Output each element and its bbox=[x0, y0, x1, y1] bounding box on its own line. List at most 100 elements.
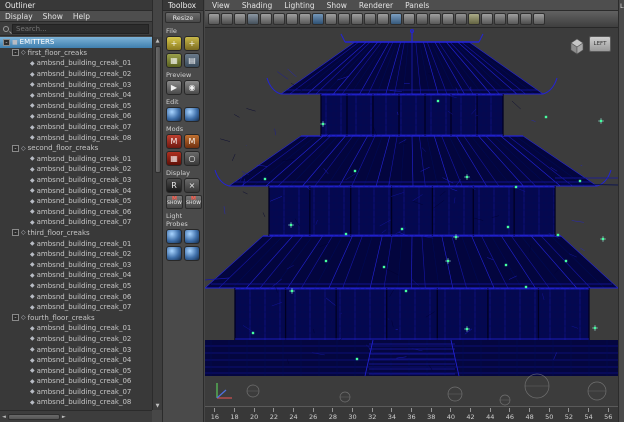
preview-play-icon[interactable]: ▶ bbox=[166, 80, 182, 95]
outliner-node[interactable]: ◆ambsnd_building_creak_04 bbox=[0, 90, 152, 101]
time-slider[interactable]: 1618202224262830323436384042444648505254… bbox=[205, 406, 618, 422]
outliner-node[interactable]: ◆ambsnd_building_creak_01 bbox=[0, 58, 152, 69]
display-toggle-icon[interactable]: × bbox=[184, 178, 200, 193]
new-scene-icon[interactable]: + bbox=[166, 36, 182, 51]
expander-icon[interactable]: - bbox=[12, 229, 19, 236]
outliner-node[interactable]: ◆ambsnd_building_creak_02 bbox=[0, 164, 152, 175]
vscroll-thumb[interactable] bbox=[155, 46, 161, 173]
layer-panel-edge[interactable]: La bbox=[618, 0, 624, 422]
outliner-node[interactable]: ◆ambsnd_building_creak_02 bbox=[0, 69, 152, 80]
viewport-toolbar-icon[interactable] bbox=[338, 13, 350, 25]
viewport-toolbar-icon[interactable] bbox=[403, 13, 415, 25]
timeline-frame[interactable]: 42 bbox=[461, 407, 481, 422]
viewport-menu-shading[interactable]: Shading bbox=[242, 1, 272, 10]
resize-button[interactable]: Resize bbox=[165, 12, 201, 23]
timeline-frame[interactable]: 56 bbox=[598, 407, 618, 422]
mod-misc-icon[interactable]: ○ bbox=[184, 151, 200, 166]
mod-red-icon[interactable]: M bbox=[166, 134, 182, 149]
outliner-node[interactable]: ◆ambsnd_building_creak_03 bbox=[0, 175, 152, 186]
viewcube-home-icon[interactable] bbox=[568, 36, 585, 55]
timeline-frame[interactable]: 50 bbox=[539, 407, 559, 422]
viewport-toolbar-icon[interactable] bbox=[351, 13, 363, 25]
timeline-frame[interactable]: 52 bbox=[559, 407, 579, 422]
outliner-node[interactable]: -◇third_floor_creaks bbox=[0, 228, 152, 239]
outliner-node[interactable]: -◇fourth_floor_creaks bbox=[0, 312, 152, 323]
timeline-frame[interactable]: 54 bbox=[579, 407, 599, 422]
edit-node-icon[interactable] bbox=[166, 107, 182, 122]
viewport-toolbar-icon[interactable] bbox=[364, 13, 376, 25]
expander-icon[interactable]: - bbox=[12, 49, 19, 56]
viewport-toolbar-icon[interactable] bbox=[299, 13, 311, 25]
viewport-toolbar-icon[interactable] bbox=[494, 13, 506, 25]
outliner-node[interactable]: ◆ambsnd_building_creak_06 bbox=[0, 291, 152, 302]
viewport-menu-view[interactable]: View bbox=[212, 1, 230, 10]
light-probe-icon[interactable] bbox=[184, 246, 200, 261]
viewport-menu-panels[interactable]: Panels bbox=[405, 1, 429, 10]
light-probe-icon[interactable] bbox=[166, 229, 182, 244]
viewport-menu-show[interactable]: Show bbox=[327, 1, 347, 10]
outliner-node[interactable]: ◆ambsnd_building_creak_04 bbox=[0, 270, 152, 281]
outliner-node[interactable]: -◇first_floor_creaks bbox=[0, 48, 152, 59]
outliner-node[interactable]: ◆ambsnd_building_creak_04 bbox=[0, 355, 152, 366]
open-scene-icon[interactable]: + bbox=[184, 36, 200, 51]
viewport-menu-lighting[interactable]: Lighting bbox=[284, 1, 314, 10]
outliner-node[interactable]: ◆ambsnd_building_creak_07 bbox=[0, 387, 152, 398]
outliner-node[interactable]: ◆ambsnd_building_creak_05 bbox=[0, 365, 152, 376]
viewcube[interactable]: LEFT bbox=[568, 36, 611, 55]
timeline-frame[interactable]: 34 bbox=[382, 407, 402, 422]
viewport-toolbar-icon[interactable] bbox=[234, 13, 246, 25]
outliner-menu-help[interactable]: Help bbox=[73, 12, 90, 21]
viewport-toolbar-icon[interactable] bbox=[325, 13, 337, 25]
outliner-node[interactable]: ◆ambsnd_building_creak_01 bbox=[0, 154, 152, 165]
outliner-node[interactable]: ◆ambsnd_building_creak_01 bbox=[0, 323, 152, 334]
outliner-node[interactable]: ◆ambsnd_building_creak_01 bbox=[0, 238, 152, 249]
viewport-toolbar-icon[interactable] bbox=[442, 13, 454, 25]
timeline-frame[interactable]: 40 bbox=[441, 407, 461, 422]
light-probe-icon[interactable] bbox=[184, 229, 200, 244]
outliner-search-input[interactable] bbox=[12, 24, 149, 34]
render-r-icon[interactable]: R bbox=[166, 178, 182, 193]
timeline-frame[interactable]: 18 bbox=[225, 407, 245, 422]
expander-icon[interactable]: - bbox=[12, 145, 19, 152]
timeline-frame[interactable]: 32 bbox=[362, 407, 382, 422]
expander-icon[interactable]: - bbox=[12, 314, 19, 321]
scroll-left-icon[interactable]: ◄ bbox=[2, 413, 6, 421]
outliner-node[interactable]: ◆ambsnd_building_creak_02 bbox=[0, 249, 152, 260]
outliner-node[interactable]: ◆ambsnd_building_creak_08 bbox=[0, 397, 152, 408]
viewport-toolbar-icon[interactable] bbox=[507, 13, 519, 25]
scroll-right-icon[interactable]: ► bbox=[62, 413, 66, 421]
scroll-up-icon[interactable]: ▲ bbox=[156, 37, 160, 45]
viewport-toolbar-icon[interactable] bbox=[455, 13, 467, 25]
outliner-node[interactable]: ◆ambsnd_building_creak_05 bbox=[0, 101, 152, 112]
outliner-node[interactable]: ◆ambsnd_building_creak_06 bbox=[0, 111, 152, 122]
viewport-toolbar-icon[interactable] bbox=[481, 13, 493, 25]
viewport-toolbar-icon[interactable] bbox=[273, 13, 285, 25]
light-probe-icon[interactable] bbox=[166, 246, 182, 261]
viewport-toolbar-icon[interactable] bbox=[286, 13, 298, 25]
mod-orange-icon[interactable]: M bbox=[184, 134, 200, 149]
mod-grid-icon[interactable]: ▦ bbox=[166, 151, 182, 166]
preview-camera-icon[interactable]: ◉ bbox=[184, 80, 200, 95]
outliner-node[interactable]: -◇second_floor_creaks bbox=[0, 143, 152, 154]
viewcube-face[interactable]: LEFT bbox=[589, 36, 611, 52]
viewport-toolbar-icon[interactable] bbox=[533, 13, 545, 25]
outliner-node[interactable]: ◆ambsnd_building_creak_05 bbox=[0, 196, 152, 207]
timeline-frame[interactable]: 38 bbox=[421, 407, 441, 422]
outliner-node[interactable]: ◆ambsnd_building_creak_07 bbox=[0, 302, 152, 313]
outliner-node[interactable]: ◆ambsnd_building_creak_08 bbox=[0, 132, 152, 143]
timeline-frame[interactable]: 26 bbox=[303, 407, 323, 422]
scroll-down-icon[interactable]: ▼ bbox=[156, 402, 160, 410]
outliner-node[interactable]: ◆ambsnd_building_creak_07 bbox=[0, 217, 152, 228]
outliner-node[interactable]: ◆ambsnd_building_creak_06 bbox=[0, 376, 152, 387]
show-button-1[interactable]: MSHOW bbox=[166, 195, 183, 209]
viewport-toolbar-icon[interactable] bbox=[377, 13, 389, 25]
expander-icon[interactable]: - bbox=[3, 39, 10, 46]
outliner-menu-display[interactable]: Display bbox=[5, 12, 33, 21]
timeline-frame[interactable]: 48 bbox=[520, 407, 540, 422]
hscroll-thumb[interactable] bbox=[8, 414, 60, 420]
viewport-toolbar-icon[interactable] bbox=[260, 13, 272, 25]
timeline-frame[interactable]: 24 bbox=[284, 407, 304, 422]
outliner-node[interactable]: ◆ambsnd_building_creak_04 bbox=[0, 185, 152, 196]
timeline-frame[interactable]: 28 bbox=[323, 407, 343, 422]
outliner-node[interactable]: ◆ambsnd_building_creak_02 bbox=[0, 334, 152, 345]
